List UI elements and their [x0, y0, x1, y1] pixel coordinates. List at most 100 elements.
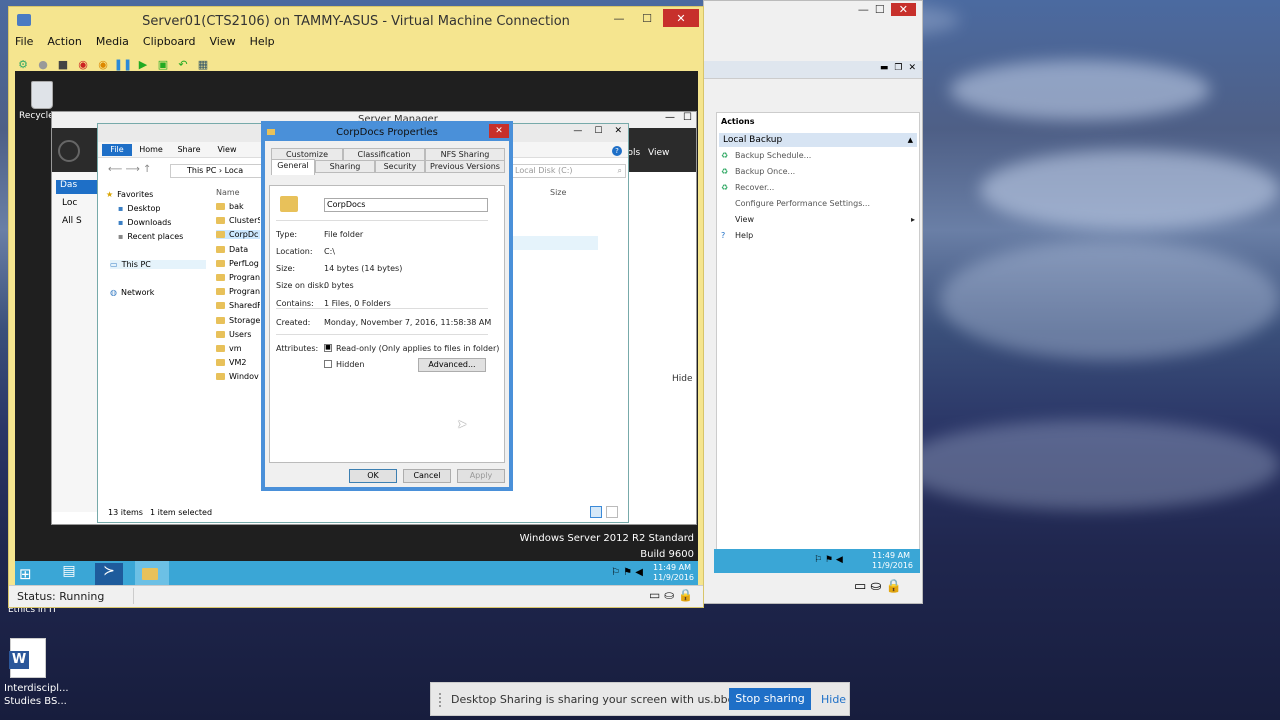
enhanced-session-icon[interactable]: ▦: [195, 56, 211, 72]
maximize-icon[interactable]: ☐: [683, 112, 692, 123]
folder-name-input[interactable]: CorpDocs: [324, 198, 488, 212]
collapse-icon[interactable]: ▲: [908, 133, 913, 147]
details-view-icon[interactable]: [590, 506, 602, 518]
action-item[interactable]: ♻ Backup Schedule...: [721, 151, 917, 160]
maximize-icon[interactable]: ☐: [875, 3, 885, 16]
ribbon-tab-home[interactable]: Home: [132, 144, 170, 156]
ctrl-alt-del-icon[interactable]: ⚙: [15, 56, 31, 72]
dashboard-nav[interactable]: Das: [56, 180, 98, 194]
menu-action[interactable]: Action: [47, 35, 81, 53]
file-row[interactable]: vm: [216, 344, 260, 353]
menu-view[interactable]: View: [209, 35, 235, 53]
file-row[interactable]: Storage: [216, 316, 260, 325]
file-row[interactable]: Data: [216, 245, 260, 254]
ribbon-tab-share[interactable]: Share: [170, 144, 208, 156]
menu-clipboard[interactable]: Clipboard: [143, 35, 196, 53]
turn-off-icon[interactable]: ■: [55, 56, 71, 72]
name-column-header[interactable]: Name: [216, 188, 240, 197]
file-row[interactable]: Windov: [216, 372, 260, 381]
minimize-icon[interactable]: —: [573, 126, 582, 136]
attributes-label: Attributes:: [276, 344, 319, 353]
nav-desktop[interactable]: ▪ Desktop: [118, 204, 160, 213]
file-row[interactable]: SharedF: [216, 301, 260, 310]
view-menu[interactable]: View: [648, 148, 669, 158]
nav-network[interactable]: ◍ Network: [110, 288, 154, 297]
drag-handle-icon[interactable]: [439, 693, 443, 707]
file-row[interactable]: CorpDc: [216, 230, 260, 240]
local-server-nav[interactable]: Loc: [62, 198, 77, 208]
advanced-button[interactable]: Advanced...: [418, 358, 486, 372]
shutdown-icon[interactable]: ◉: [75, 56, 91, 72]
action-item[interactable]: ♻ Backup Once...: [721, 167, 917, 176]
menu-help[interactable]: Help: [250, 35, 275, 53]
server-manager-taskbar-icon[interactable]: ▤: [55, 563, 83, 585]
maximize-icon[interactable]: ☐: [594, 126, 602, 136]
apply-button[interactable]: Apply: [457, 469, 505, 483]
folder-icon: [216, 302, 225, 310]
revert-icon[interactable]: ↶: [175, 56, 191, 72]
menu-media[interactable]: Media: [96, 35, 129, 53]
tray-icons[interactable]: ⚐ ⚑ ◀: [611, 567, 643, 578]
word-doc-icon[interactable]: W: [9, 638, 46, 678]
back-arrow-icon[interactable]: ⟵ ⟶ ↑: [108, 164, 151, 175]
minimize-icon[interactable]: —: [858, 3, 869, 16]
file-row[interactable]: ClusterS: [216, 216, 260, 225]
minimize-icon[interactable]: ▬: [880, 63, 889, 73]
powershell-taskbar-icon[interactable]: ≻: [95, 563, 123, 585]
vm-window-title: Server01(CTS2106) on TAMMY-ASUS - Virtua…: [142, 13, 570, 29]
nav-recent[interactable]: ▪ Recent places: [118, 232, 183, 241]
stop-sharing-button[interactable]: Stop sharing: [729, 688, 811, 710]
back-icon[interactable]: [58, 140, 80, 162]
maximize-button[interactable]: ☐: [635, 9, 659, 27]
large-icons-view-icon[interactable]: [606, 506, 618, 518]
tab-previous-versions[interactable]: Previous Versions: [425, 160, 505, 173]
tab-sharing[interactable]: Sharing: [315, 160, 375, 173]
close-icon[interactable]: ✕: [908, 63, 916, 73]
minimize-icon[interactable]: —: [665, 112, 675, 123]
hide-button[interactable]: Hide: [821, 693, 846, 706]
file-row[interactable]: VM2: [216, 358, 260, 367]
search-box[interactable]: Local Disk (C:) ⌕: [510, 164, 626, 178]
file-row[interactable]: Users: [216, 330, 260, 339]
file-row[interactable]: bak: [216, 202, 260, 211]
action-item[interactable]: ? Help: [721, 231, 917, 240]
close-button[interactable]: ✕: [663, 9, 699, 27]
start-icon[interactable]: ●: [35, 56, 51, 72]
nav-downloads[interactable]: ▪ Downloads: [118, 218, 171, 227]
ribbon-tab-file[interactable]: File: [102, 144, 132, 156]
close-icon[interactable]: ✕: [890, 3, 916, 16]
file-row[interactable]: Progran: [216, 273, 260, 282]
tab-security[interactable]: Security: [375, 160, 425, 173]
nav-favorites[interactable]: ★ Favorites: [106, 190, 153, 199]
resume-icon[interactable]: ▶: [135, 56, 151, 72]
readonly-checkbox[interactable]: ■: [324, 344, 332, 352]
cancel-button[interactable]: Cancel: [403, 469, 451, 483]
restore-icon[interactable]: ❐: [894, 63, 902, 73]
hide-link[interactable]: Hide: [672, 374, 693, 384]
file-row[interactable]: PerfLog: [216, 259, 260, 268]
nav-thispc[interactable]: ▭ This PC: [110, 260, 206, 269]
close-icon[interactable]: ✕: [614, 126, 622, 136]
file-row[interactable]: Progran: [216, 287, 260, 296]
size-column-header[interactable]: Size: [550, 188, 566, 197]
tab-general[interactable]: General: [271, 159, 315, 175]
action-item[interactable]: Configure Performance Settings...: [721, 199, 917, 208]
action-item[interactable]: View ▸: [721, 215, 917, 224]
all-servers-nav[interactable]: All S: [62, 216, 82, 226]
ribbon-tab-view[interactable]: View: [208, 144, 246, 156]
recycle-bin-icon[interactable]: [31, 81, 53, 109]
menu-file[interactable]: File: [15, 35, 33, 53]
start-button[interactable]: ⊞: [19, 565, 32, 583]
guest-screen[interactable]: Recycle Server Manager — ☐ ools View Das …: [15, 71, 698, 587]
local-backup-section[interactable]: Local Backup ▲: [719, 133, 917, 147]
dialog-close-button[interactable]: ✕: [489, 124, 509, 138]
checkpoint-icon[interactable]: ▣: [155, 56, 171, 72]
help-icon[interactable]: ?: [612, 146, 622, 156]
ok-button[interactable]: OK: [349, 469, 397, 483]
hidden-checkbox[interactable]: [324, 360, 332, 368]
explorer-taskbar-icon[interactable]: [135, 561, 169, 587]
save-state-icon[interactable]: ◉: [95, 56, 111, 72]
pause-icon[interactable]: ❚❚: [114, 56, 132, 72]
minimize-button[interactable]: —: [607, 9, 631, 27]
action-item[interactable]: ♻ Recover...: [721, 183, 917, 192]
